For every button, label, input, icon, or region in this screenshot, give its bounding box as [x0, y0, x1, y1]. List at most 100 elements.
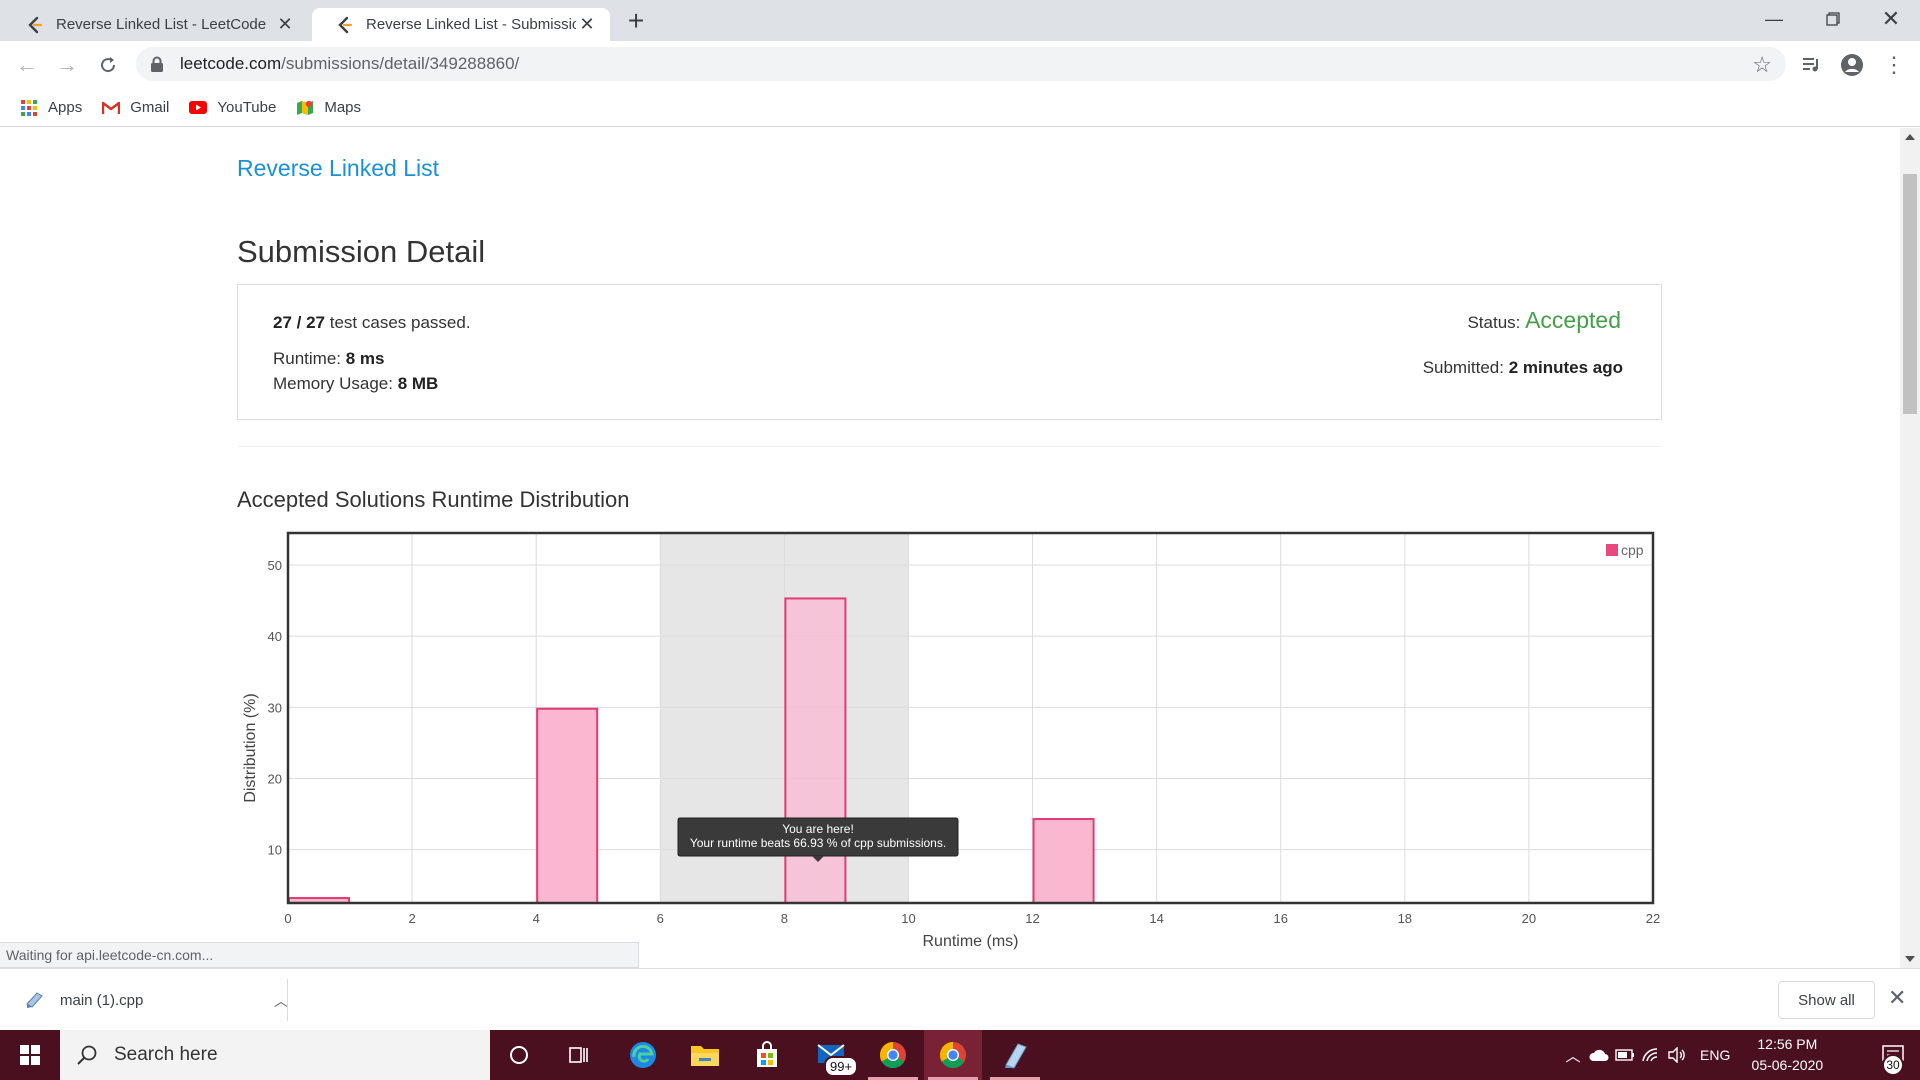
y-tick-label: 20 — [268, 771, 282, 786]
runtime-row: Runtime: 8 ms — [273, 349, 385, 369]
tab-title: Reverse Linked List - Submission — [366, 16, 576, 33]
wifi-icon[interactable] — [1638, 1030, 1664, 1080]
tab-close-icon[interactable]: ✕ — [578, 15, 596, 33]
bookmark-star-icon[interactable]: ☆ — [1752, 52, 1772, 78]
y-tick-label: 40 — [268, 629, 282, 644]
tests-separator: / — [291, 313, 307, 332]
clock-date: 05-06-2020 — [1751, 1057, 1824, 1073]
x-tick-label: 10 — [901, 911, 915, 926]
bookmark-apps[interactable]: Apps — [20, 99, 82, 117]
input-language[interactable]: ENG — [1700, 1047, 1730, 1063]
taskbar-search-box[interactable]: Search here — [60, 1030, 490, 1080]
tooltip-title: You are here! — [782, 822, 854, 836]
back-arrow-icon[interactable]: ← — [13, 51, 41, 79]
windows-start-icon[interactable] — [0, 1030, 60, 1080]
browser-toolbar: ← → leetcode.com/submissions/detail/3492… — [0, 41, 1920, 89]
x-tick-label: 20 — [1522, 911, 1536, 926]
taskbar-clock[interactable]: 12:56 PM 05-06-2020 — [1742, 1034, 1832, 1076]
chrome-active-window-icon[interactable] — [924, 1030, 982, 1080]
legend-label: cpp — [1621, 542, 1644, 558]
scrollbar-thumb[interactable] — [1903, 174, 1917, 414]
plot-frame — [286, 531, 1655, 905]
tooltip-text: Your runtime beats 66.93 % of cpp submis… — [690, 836, 946, 850]
y-tick-label: 50 — [268, 558, 282, 573]
status-row: Status: Accepted — [1467, 307, 1621, 334]
x-tick-label: 6 — [657, 911, 664, 926]
window-minimize-button[interactable]: — — [1745, 0, 1803, 38]
close-icon[interactable]: ✕ — [1888, 987, 1906, 1009]
tests-suffix: test cases passed. — [325, 313, 471, 332]
download-item[interactable]: main (1).cpp ︿ — [24, 983, 288, 1017]
tab-close-icon[interactable]: ✕ — [276, 15, 294, 33]
y-tick-label: 10 — [268, 843, 282, 858]
y-tick-label: 30 — [268, 700, 282, 715]
tab-reverse-linked-list[interactable]: Reverse Linked List - LeetCode ✕ — [2, 8, 308, 41]
notepad-app-icon[interactable] — [986, 1030, 1044, 1080]
onedrive-cloud-icon[interactable] — [1586, 1030, 1612, 1080]
bookmark-youtube[interactable]: YouTube — [189, 99, 276, 117]
forward-arrow-icon[interactable]: → — [53, 51, 81, 79]
loading-status-bubble: Waiting for api.leetcode-cn.com... — [0, 942, 639, 968]
window-close-button[interactable]: ✕ — [1862, 0, 1920, 38]
legend-swatch — [1606, 544, 1618, 556]
url-path: /submissions/detail/349288860/ — [281, 54, 520, 73]
x-tick-label: 8 — [781, 911, 788, 926]
url-text[interactable]: leetcode.com/submissions/detail/34928886… — [180, 54, 519, 74]
status-badge[interactable]: Accepted — [1525, 307, 1621, 333]
memory-value: 8 MB — [397, 374, 439, 393]
section-divider — [237, 446, 1662, 447]
x-tick-label: 12 — [1025, 911, 1039, 926]
x-tick-label: 2 — [408, 911, 415, 926]
download-file-name: main (1).cpp — [60, 991, 144, 1009]
scroll-up-arrow-icon[interactable] — [1905, 134, 1915, 140]
mail-icon[interactable]: 99+ — [802, 1030, 860, 1080]
search-icon — [76, 1044, 98, 1066]
x-axis-title: Runtime (ms) — [922, 933, 1018, 950]
chevron-up-icon[interactable]: ︿ — [1560, 1030, 1586, 1080]
edge-browser-icon[interactable] — [614, 1030, 672, 1080]
reload-icon[interactable] — [94, 51, 122, 79]
tab-submission-detail[interactable]: Reverse Linked List - Submission ✕ — [312, 8, 610, 41]
page-scrollbar[interactable] — [1900, 128, 1920, 968]
shelf-divider — [287, 979, 288, 1021]
leetcode-favicon-icon — [336, 16, 354, 34]
x-tick-label: 16 — [1273, 911, 1287, 926]
battery-icon[interactable] — [1612, 1030, 1638, 1080]
window-restore-button[interactable] — [1804, 0, 1862, 38]
bookmark-maps[interactable]: Maps — [296, 99, 361, 117]
page-title: Submission Detail — [237, 234, 486, 269]
x-tick-label: 0 — [284, 911, 291, 926]
show-all-button[interactable]: Show all — [1778, 981, 1875, 1019]
chrome-icon[interactable] — [864, 1030, 922, 1080]
runtime-value: 8 ms — [345, 349, 385, 368]
file-explorer-icon[interactable] — [676, 1030, 734, 1080]
chart-bar[interactable] — [536, 707, 599, 904]
cortana-icon[interactable] — [490, 1030, 548, 1080]
tests-passed-count: 27 — [273, 313, 292, 332]
bookmark-label: Apps — [48, 99, 83, 116]
profile-avatar-icon[interactable] — [1838, 51, 1866, 79]
chevron-up-icon[interactable]: ︿ — [274, 991, 288, 1011]
new-tab-plus-icon[interactable]: + — [622, 7, 650, 36]
volume-icon[interactable] — [1664, 1030, 1690, 1080]
status-label: Status: — [1467, 313, 1526, 332]
problem-title-link[interactable]: Reverse Linked List — [237, 155, 439, 182]
microsoft-store-icon[interactable] — [738, 1030, 796, 1080]
x-tick-label: 22 — [1646, 911, 1660, 926]
lock-icon[interactable] — [150, 56, 164, 72]
chart-bar[interactable] — [1032, 818, 1095, 904]
url-host: leetcode.com — [180, 54, 282, 73]
runtime-distribution-chart[interactable]: 0 2 4 6 8 10 12 14 16 18 20 22 10 20 30 40 50 Runtime (ms… — [230, 528, 1680, 968]
system-tray: ︿ ENG 12:56 PM 05-06-2020 — [1560, 1030, 1832, 1080]
submitted-label: Submitted: — [1422, 358, 1509, 377]
leetcode-favicon-icon — [26, 16, 44, 34]
address-bar[interactable]: leetcode.com/submissions/detail/34928886… — [136, 47, 1786, 81]
media-control-icon[interactable] — [1798, 51, 1826, 79]
scroll-down-arrow-icon[interactable] — [1905, 956, 1915, 962]
bookmark-gmail[interactable]: Gmail — [102, 99, 169, 117]
kebab-menu-icon[interactable]: ⋮ — [1880, 51, 1908, 79]
memory-row: Memory Usage: 8 MB — [273, 374, 438, 394]
y-axis-title: Distribution (%) — [242, 693, 259, 802]
task-view-icon[interactable] — [550, 1030, 608, 1080]
tests-total-count: 27 — [306, 313, 326, 332]
